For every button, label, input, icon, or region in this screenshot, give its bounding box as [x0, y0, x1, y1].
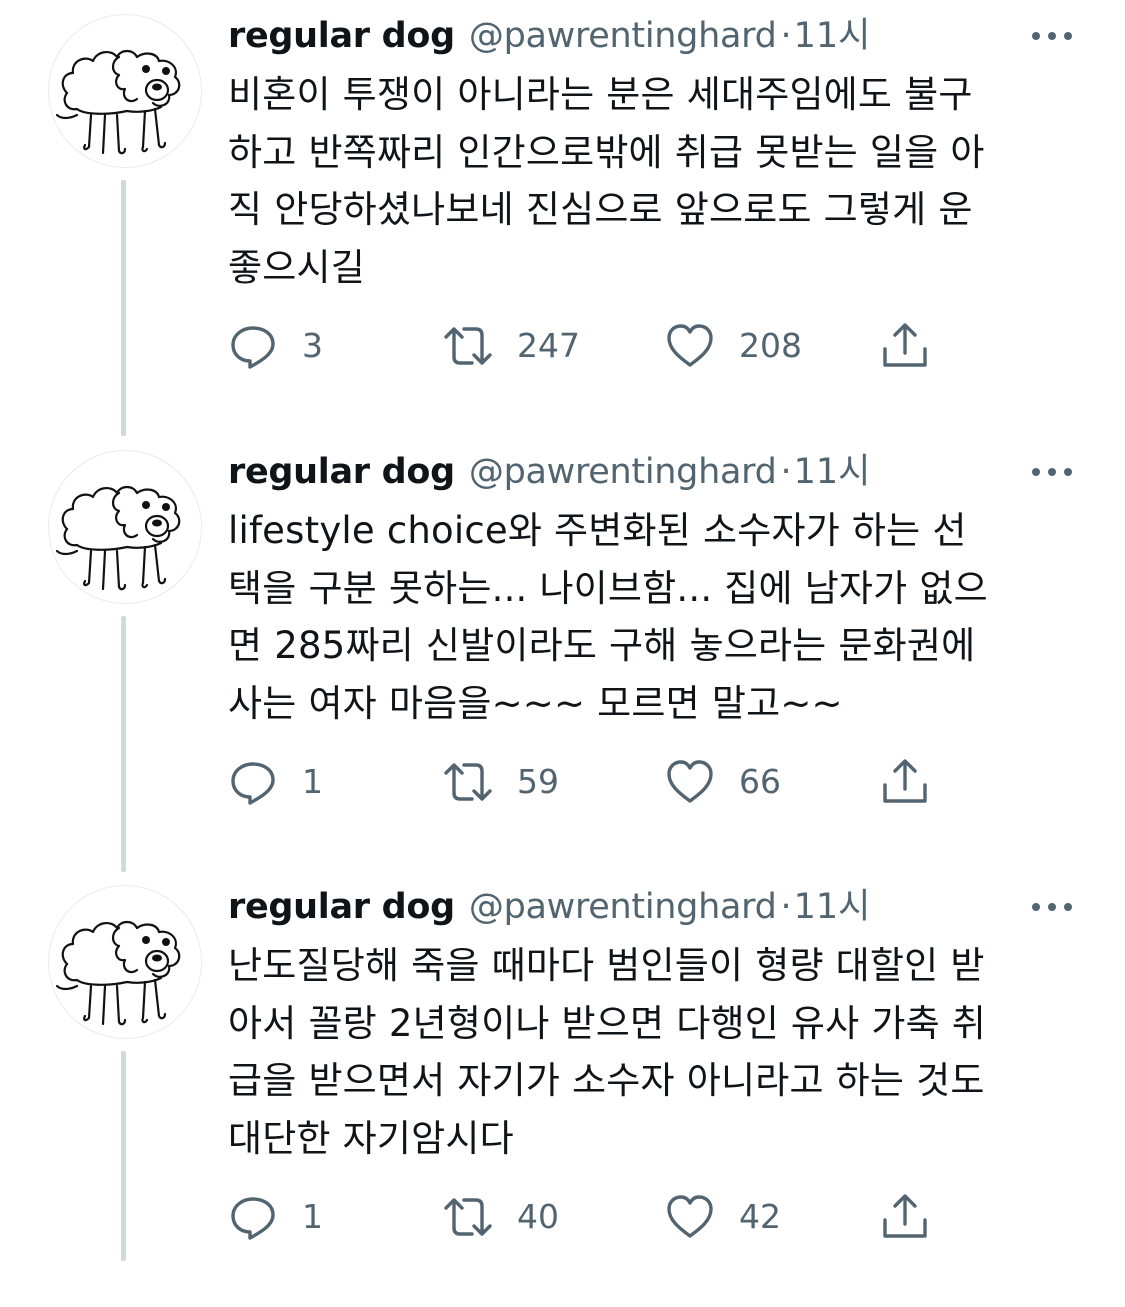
- tweet-header: regular dog @pawrentinghard ·11시: [228, 12, 870, 60]
- like-count: 208: [739, 326, 802, 365]
- share-icon: [883, 759, 927, 803]
- thread-line: [121, 1051, 126, 1261]
- tweet-text-line: 면 285짜리 신발이라도 구해 놓으라는 문화권에: [228, 624, 976, 667]
- share-button[interactable]: [880, 754, 930, 810]
- avatar[interactable]: [48, 14, 202, 168]
- tweet-text-line: 급을 받으면서 자기가 소수자 아니라고 하는 것도: [228, 1059, 985, 1102]
- retweet-count: 59: [517, 762, 559, 801]
- like-count: 42: [739, 1197, 781, 1236]
- thread-line: [121, 616, 126, 872]
- tweet-text-line: 좋으시길: [228, 245, 365, 289]
- tweet[interactable]: regular dog @pawrentinghard ·11시 난도질당해 죽을 …: [0, 871, 1125, 1307]
- retweet-icon: [444, 763, 492, 801]
- retweet-button[interactable]: 40: [443, 1189, 559, 1245]
- reply-button[interactable]: 3: [228, 318, 323, 374]
- separator-dot: ·: [780, 452, 792, 492]
- reply-button[interactable]: 1: [228, 754, 323, 810]
- user-handle[interactable]: @pawrentinghard: [469, 16, 777, 56]
- share-icon: [883, 1194, 927, 1238]
- reply-button[interactable]: 1: [228, 1189, 323, 1245]
- timestamp[interactable]: 11시: [794, 452, 871, 492]
- tweet-text-line: 난도질당해 죽을 때마다 범인들이 형량 대할인 받: [228, 944, 985, 987]
- tweet-header: regular dog @pawrentinghard ·11시: [228, 883, 870, 931]
- tweet-actions: 3 247 208: [228, 318, 948, 374]
- retweet-icon: [444, 327, 492, 365]
- display-name[interactable]: regular dog: [228, 887, 455, 927]
- dog-drawing-icon: [55, 49, 181, 155]
- tweet-header: regular dog @pawrentinghard ·11시: [228, 448, 870, 496]
- tweet-text-line: 사는 여자 마음을~~~ 모르면 말고~~: [228, 681, 843, 725]
- like-button[interactable]: 208: [665, 318, 802, 374]
- more-icon[interactable]: [1030, 30, 1074, 42]
- reply-count: 3: [302, 326, 323, 365]
- share-icon: [883, 323, 927, 367]
- tweet-text: lifestyle choice와 주변화된 소수자가 하는 선 택을 구분 못…: [228, 502, 1088, 732]
- retweet-button[interactable]: 247: [443, 318, 580, 374]
- heart-icon: [667, 324, 713, 367]
- share-button[interactable]: [880, 318, 930, 374]
- tweet-actions: 1 40 42: [228, 1189, 948, 1245]
- share-button[interactable]: [880, 1189, 930, 1245]
- tweet-text-line: 비혼이 투쟁이 아니라는 분은 세대주임에도 불구: [228, 73, 973, 116]
- more-icon[interactable]: [1030, 901, 1074, 913]
- avatar[interactable]: [48, 885, 202, 1039]
- like-button[interactable]: 66: [665, 754, 781, 810]
- like-count: 66: [739, 762, 781, 801]
- dog-drawing-icon: [55, 485, 181, 591]
- retweet-count: 247: [517, 326, 580, 365]
- reply-count: 1: [302, 1197, 323, 1236]
- tweet-text: 비혼이 투쟁이 아니라는 분은 세대주임에도 불구 하고 반쪽짜리 인간으로밖에…: [228, 66, 1088, 296]
- display-name[interactable]: regular dog: [228, 452, 455, 492]
- separator-dot: ·: [780, 887, 792, 927]
- reply-icon: [231, 1197, 275, 1240]
- timestamp[interactable]: 11시: [794, 16, 871, 56]
- tweet[interactable]: regular dog @pawrentinghard ·11시 lifestyle…: [0, 436, 1125, 872]
- tweet-text-line: 아서 꼴랑 2년형이나 받으면 다행인 유사 가축 취: [228, 1001, 987, 1045]
- user-handle[interactable]: @pawrentinghard: [469, 887, 777, 927]
- retweet-button[interactable]: 59: [443, 754, 559, 810]
- tweet-text: 난도질당해 죽을 때마다 범인들이 형량 대할인 받 아서 꼴랑 2년형이나 받…: [228, 937, 1088, 1167]
- heart-icon: [667, 760, 713, 803]
- tweet-text-line: 직 안당하셨나보네 진심으로 앞으로도 그렇게 운: [228, 188, 973, 231]
- heart-icon: [667, 1195, 713, 1238]
- avatar[interactable]: [48, 450, 202, 604]
- tweet[interactable]: regular dog @pawrentinghard ·11시 비혼이 투쟁이 아…: [0, 0, 1125, 436]
- timestamp[interactable]: 11시: [794, 887, 871, 927]
- reply-icon: [231, 326, 275, 369]
- reply-count: 1: [302, 762, 323, 801]
- tweet-text-line: lifestyle choice와 주변화된 소수자가 하는 선: [228, 509, 967, 552]
- retweet-icon: [444, 1198, 492, 1236]
- more-icon[interactable]: [1030, 466, 1074, 478]
- tweet-actions: 1 59 66: [228, 754, 948, 810]
- tweet-text-line: 대단한 자기암시다: [228, 1116, 514, 1160]
- tweet-text-line: 하고 반쪽짜리 인간으로밖에 취급 못받는 일을 아: [228, 130, 985, 174]
- thread-line: [121, 180, 126, 436]
- display-name[interactable]: regular dog: [228, 16, 455, 56]
- dog-drawing-icon: [55, 920, 181, 1026]
- like-button[interactable]: 42: [665, 1189, 781, 1245]
- reply-icon: [231, 762, 275, 805]
- separator-dot: ·: [780, 16, 792, 56]
- retweet-count: 40: [517, 1197, 559, 1236]
- user-handle[interactable]: @pawrentinghard: [469, 452, 777, 492]
- tweet-text-line: 택을 구분 못하는... 나이브함... 집에 남자가 없으: [228, 566, 988, 610]
